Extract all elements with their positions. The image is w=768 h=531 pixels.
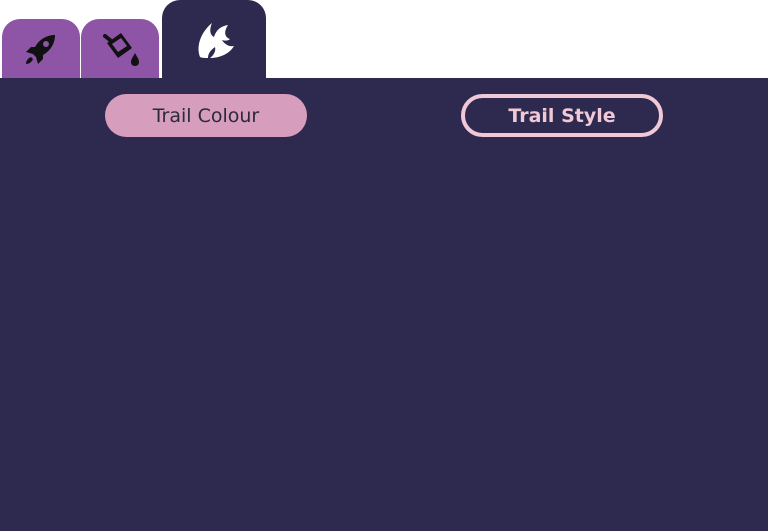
tab-bar [0, 0, 768, 78]
tab-trail[interactable] [162, 0, 266, 78]
trail-style-label: Trail Style [508, 104, 616, 127]
trail-colour-button[interactable]: Trail Colour [105, 94, 307, 137]
trail-flame-icon [192, 17, 236, 61]
tab-ship[interactable] [2, 19, 80, 78]
tab-paint[interactable] [81, 19, 159, 78]
trail-style-button[interactable]: Trail Style [461, 94, 663, 137]
trail-settings-panel: Trail Colour Trail Style [0, 78, 768, 531]
paint-bucket-icon [99, 29, 141, 69]
rocket-icon [21, 29, 61, 69]
trail-colour-label: Trail Colour [152, 104, 260, 127]
